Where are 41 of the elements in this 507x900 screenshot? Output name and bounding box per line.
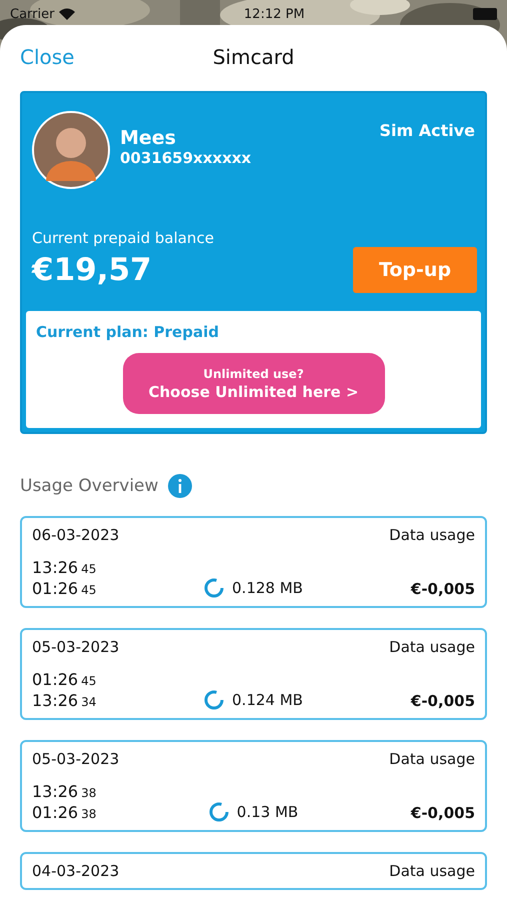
usage-card[interactable]: 05-03-2023 Data usage 01:26 45 13:26 34 0.124 MB €-0,005 bbox=[20, 628, 487, 720]
usage-time: 13:26 45 bbox=[32, 558, 98, 577]
data-amount: 0.128 MB bbox=[232, 579, 303, 597]
spinner-icon bbox=[204, 690, 224, 710]
usage-time: 13:26 34 bbox=[32, 691, 98, 710]
usage-time: 13:26 38 bbox=[32, 782, 98, 801]
usage-cost: €-0,005 bbox=[410, 804, 475, 822]
usage-type: Data usage bbox=[389, 638, 475, 656]
balance-amount: €19,57 bbox=[32, 252, 152, 288]
usage-cost: €-0,005 bbox=[410, 692, 475, 710]
clock: 12:12 PM bbox=[244, 6, 305, 22]
usage-date: 04-03-2023 bbox=[32, 862, 120, 880]
battery-icon bbox=[473, 8, 499, 20]
usage-date: 05-03-2023 bbox=[32, 638, 120, 656]
info-icon[interactable] bbox=[168, 474, 192, 498]
spinner-icon bbox=[208, 802, 229, 822]
balance-label: Current prepaid balance bbox=[32, 229, 215, 247]
data-amount: 0.13 MB bbox=[236, 803, 298, 821]
usage-date: 05-03-2023 bbox=[32, 750, 120, 768]
phone-number: 0031659xxxxxx bbox=[120, 149, 252, 167]
section-title: Usage Overview bbox=[20, 476, 158, 496]
spinner-icon bbox=[204, 578, 224, 598]
sim-status: Sim Active bbox=[379, 121, 475, 140]
screen-title: Simcard bbox=[212, 45, 294, 69]
data-amount: 0.124 MB bbox=[232, 691, 303, 709]
usage-type: Data usage bbox=[389, 750, 475, 768]
usage-type: Data usage bbox=[389, 862, 475, 880]
usage-time: 01:26 38 bbox=[32, 803, 98, 822]
usage-time: 01:26 45 bbox=[32, 670, 98, 689]
wifi-icon bbox=[59, 8, 76, 20]
carrier-label: Carrier bbox=[10, 6, 54, 22]
unlimited-button[interactable]: Unlimited use? Choose Unlimited here > bbox=[122, 353, 384, 414]
plan-label: Current plan: Prepaid bbox=[36, 323, 219, 341]
user-name: Mees bbox=[120, 127, 177, 149]
usage-date: 06-03-2023 bbox=[32, 526, 120, 544]
usage-cost: €-0,005 bbox=[410, 580, 475, 598]
usage-type: Data usage bbox=[389, 526, 475, 544]
usage-card[interactable]: 06-03-2023 Data usage 13:26 45 01:26 45 0.128 MB €-0,005 bbox=[20, 516, 487, 608]
usage-card[interactable]: 05-03-2023 Data usage 13:26 38 01:26 38 0.13 MB €-0,005 bbox=[20, 740, 487, 832]
usage-time: 01:26 45 bbox=[32, 579, 98, 598]
usage-card[interactable]: 04-03-2023 Data usage bbox=[20, 852, 487, 890]
